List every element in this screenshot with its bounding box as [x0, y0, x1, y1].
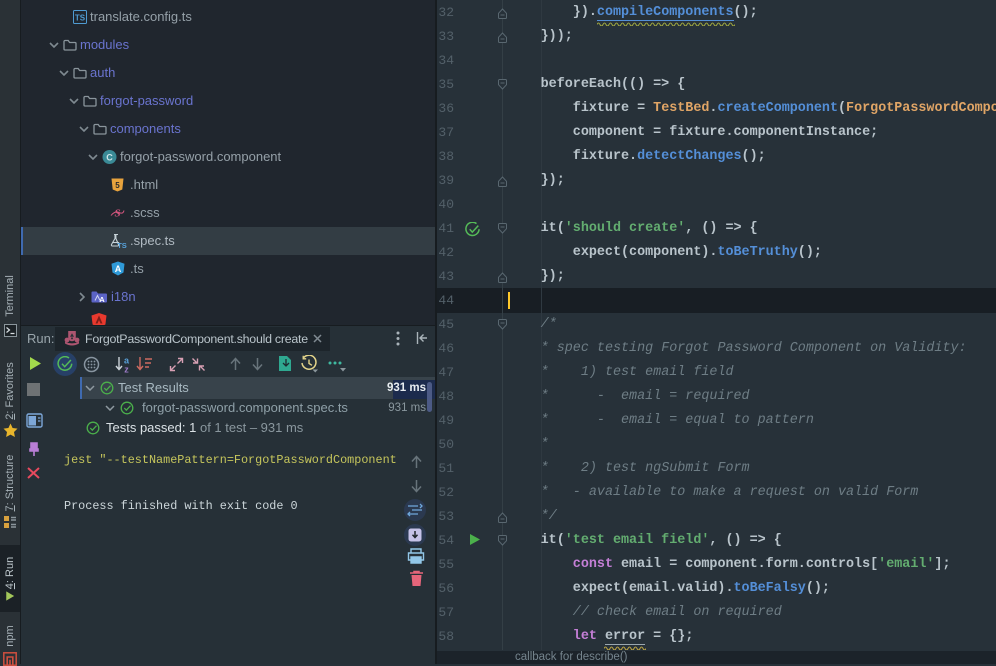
svg-text:z: z [124, 365, 129, 374]
svg-text:C: C [106, 153, 113, 163]
svg-text:A: A [115, 264, 122, 274]
svg-text:TS: TS [75, 14, 86, 23]
svg-text:A: A [99, 295, 105, 304]
svg-text:5: 5 [115, 181, 120, 190]
svg-text:TS: TS [117, 241, 127, 249]
